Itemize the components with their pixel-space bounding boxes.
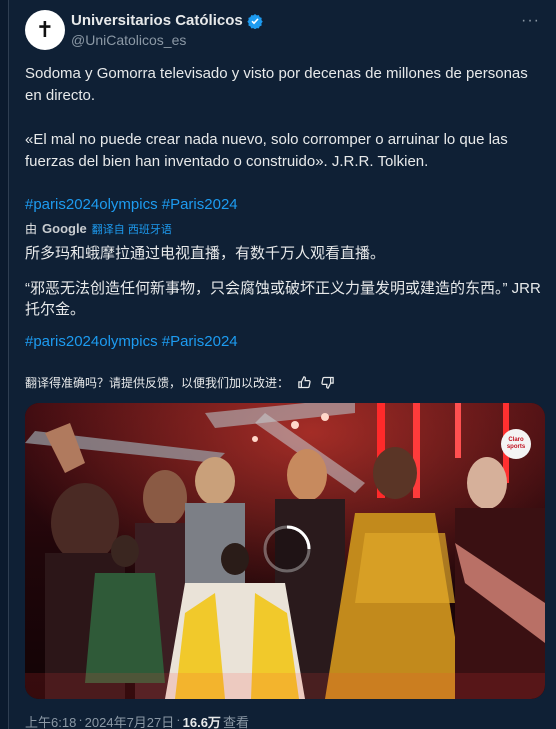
avatar[interactable]: ✝ [25, 10, 65, 50]
name-row: Universitarios Católicos [71, 12, 263, 29]
tweet-header: ✝ Universitarios Católicos @UniCatolicos… [25, 10, 540, 56]
google-logo: Google [42, 221, 87, 236]
thumbs-up-icon[interactable] [297, 375, 312, 390]
views-label: 查看 [222, 715, 249, 729]
loading-spinner-icon [263, 525, 311, 573]
meta-separator: · [78, 712, 83, 727]
translated-paragraph-2: “邪恶无法创造任何新事物，只会腐蚀或破坏正义力量发明或建造的东西。” JRR托尔… [25, 280, 541, 318]
feedback-prompt: 翻译得准确吗？请提供反馈，以便我们加以改进： [25, 376, 290, 390]
translated-from-link[interactable]: 翻译自 西班牙语 [92, 221, 172, 237]
video-player[interactable]: Claro sports [25, 403, 545, 699]
more-options-icon[interactable]: ··· [521, 12, 540, 30]
post-text-paragraph-1: Sodoma y Gomorra televisado y visto por … [25, 65, 528, 104]
thumbs-down-icon[interactable] [320, 375, 335, 390]
translation-attribution: 由 Google 翻译自 西班牙语 [25, 220, 172, 237]
account-handle[interactable]: @UniCatolicos_es [71, 32, 186, 48]
view-count: 16.6万 [182, 715, 221, 729]
translation-prefix: 由 [25, 222, 38, 236]
meta-separator-2: · [176, 712, 181, 727]
translated-paragraph-1: 所多玛和蛾摩拉通过电视直播，有数千万人观看直播。 [25, 245, 386, 262]
cross-icon: ✝ [35, 17, 55, 43]
post-time[interactable]: 上午6:18 [25, 712, 76, 729]
channel-badge-icon: Claro sports [501, 429, 531, 459]
tweet-card: ✝ Universitarios Católicos @UniCatolicos… [8, 0, 556, 729]
tweet-meta: 上午6:18 · 2024年7月27日 · 16.6万 查看 [25, 712, 249, 729]
post-text-paragraph-2: «El mal no puede crear nada nuevo, solo … [25, 131, 508, 170]
translated-hashtags[interactable]: #paris2024olympics #Paris2024 [25, 333, 238, 350]
post-date[interactable]: 2024年7月27日 [85, 712, 175, 729]
translation-feedback: 翻译得准确吗？请提供反馈，以便我们加以改进： [25, 374, 335, 391]
verified-badge-icon [247, 13, 263, 29]
post-hashtags[interactable]: #paris2024olympics #Paris2024 [25, 196, 238, 213]
account-name[interactable]: Universitarios Católicos [71, 12, 243, 29]
